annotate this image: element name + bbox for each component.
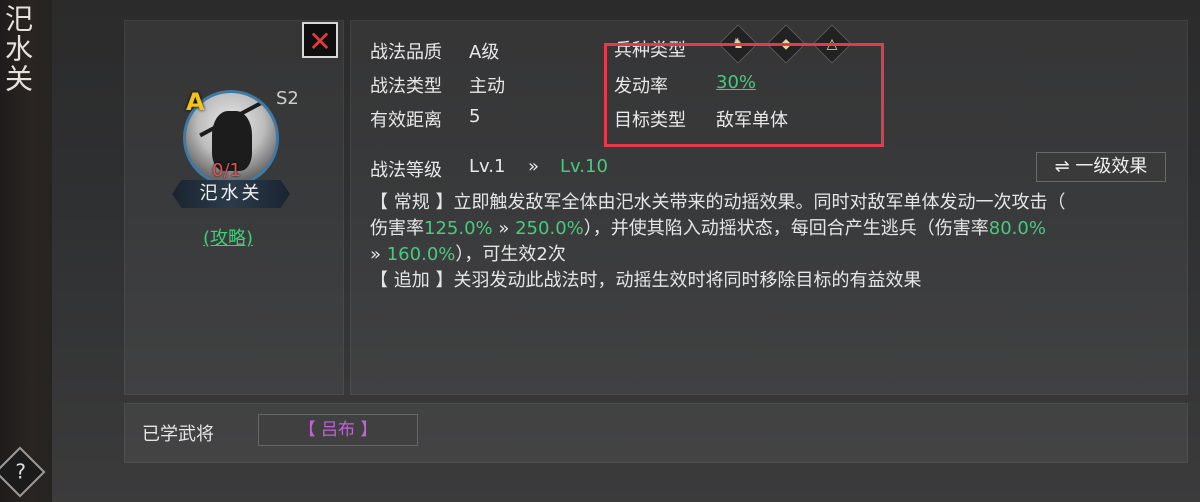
level-label: 战法等级 <box>370 160 442 181</box>
page-title: 汜水关 <box>1 4 34 94</box>
range-value: 5 <box>469 106 481 127</box>
highlight-box <box>604 43 884 147</box>
range-label: 有效距离 <box>370 110 442 131</box>
help-icon: ? <box>15 459 27 484</box>
desc-line-1: 【 常规 】立即触发敌军全体由汜水关带来的动摇效果。同时对敌军单体发动一次攻击（ <box>370 192 1066 213</box>
close-icon: ✕ <box>308 25 332 58</box>
desc-line-2: 伤害率125.0% » 250.0%），并使其陷入动摇状态，每回合产生逃兵（伤害… <box>370 218 1046 239</box>
level-effect-button[interactable]: ⇌ 一级效果 <box>1036 152 1166 182</box>
damage-to: 250.0% <box>515 218 584 239</box>
desert-to: 160.0% <box>386 244 456 265</box>
desc-line-3: » 160.0%），可生效2次 <box>370 244 566 265</box>
level-to: Lv.10 <box>560 156 608 177</box>
skill-count: 0/1 <box>212 160 241 181</box>
desert-from: 80.0% <box>988 218 1046 239</box>
desc-line-4: 【 追加 】关羽发动此战法时，动摇生效时将同时移除目标的有益效果 <box>370 270 922 291</box>
general-tag[interactable]: 【 吕布 】 <box>258 414 418 446</box>
skill-description: 【 常规 】立即触发敌军全体由汜水关带来的动摇效果。同时对敌军单体发动一次攻击（… <box>370 190 1170 294</box>
level-from: Lv.1 <box>469 156 506 177</box>
level-arrow: » <box>528 156 540 177</box>
damage-from: 125.0% <box>424 218 493 239</box>
grade-badge: A <box>186 88 205 116</box>
type-value: 主动 <box>469 76 505 97</box>
close-button[interactable]: ✕ <box>302 22 338 58</box>
learned-label: 已学武将 <box>142 424 214 445</box>
quality-label: 战法品质 <box>370 42 442 63</box>
guide-link[interactable]: (攻略) <box>203 224 253 250</box>
type-label: 战法类型 <box>370 76 442 97</box>
season-badge: S2 <box>276 88 299 109</box>
quality-value: A级 <box>469 42 500 63</box>
skill-name-banner: 汜水关 <box>172 180 290 208</box>
